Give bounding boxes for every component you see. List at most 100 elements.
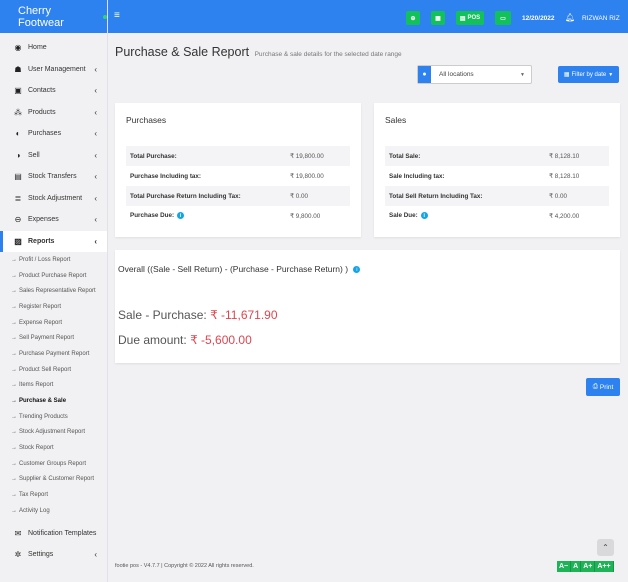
font-size-button-1[interactable]: A (571, 561, 582, 572)
location-value: All locations (439, 71, 474, 78)
info-icon[interactable]: i (177, 212, 185, 220)
font-size-button-2[interactable]: A+ (581, 561, 596, 572)
reports-submenu: → Profit / Loss Report → Product Purchase R… (0, 252, 107, 521)
row-value: ₹ 0.00 (290, 192, 309, 200)
report-link-stock-report[interactable]: → Stock Report (0, 440, 107, 456)
row-label-text: Sale Due: (389, 212, 418, 220)
chevron-left-icon: ‹ (94, 193, 97, 203)
add-button[interactable]: ⊕ (406, 11, 420, 25)
report-link-label: Purchase & Sale (19, 398, 67, 405)
row-label: Total Purchase Return Including Tax: (126, 193, 290, 200)
report-link-product-sell-report[interactable]: → Product Sell Report (0, 362, 107, 378)
sidebar-item-products[interactable]: ⁂ Products ‹ (0, 102, 107, 124)
report-link-supplier-customer-report[interactable]: → Supplier & Customer Report (0, 472, 107, 488)
filter-by-date-label: Filter by date (571, 71, 607, 78)
row-value: ₹ 4,200.00 (549, 212, 580, 220)
sale-minus-purchase: Sale - Purchase: ₹ -11,671.90 (118, 308, 278, 322)
overall-title-text: Overall ((Sale - Sell Return) - (Purchas… (118, 264, 349, 274)
report-link-product-purchase-report[interactable]: → Product Purchase Report (0, 268, 107, 284)
sidebar-item-reports[interactable]: ▨ Reports ‹ (0, 230, 107, 252)
sidebar-item-stock-adjustment[interactable]: ≣ Stock Adjustment ‹ (0, 188, 107, 210)
purchases-table: Total Purchase: ₹ 19,800.00 Purchase Inclu… (126, 146, 350, 226)
chevron-left-icon: ‹ (94, 107, 97, 117)
print-button[interactable]: ⎙ Print (586, 378, 620, 396)
user-menu[interactable]: RIZWAN RIZ (582, 15, 620, 22)
sidebar-item-settings[interactable]: ✲ Settings ‹ (0, 544, 107, 566)
report-link-sales-representative-report[interactable]: → Sales Representative Report (0, 283, 107, 299)
table-row: Total Purchase: ₹ 19,800.00 (126, 146, 350, 166)
row-label: Purchase Including tax: (126, 173, 290, 180)
table-row: Purchase Due: i ₹ 9,800.00 (126, 206, 350, 226)
page-heading: Purchase & Sale Report (115, 45, 250, 59)
calculator-button[interactable]: ▦ (431, 11, 445, 25)
cog-icon: ✲ (14, 550, 22, 560)
sidebar-item-user-management[interactable]: ☗ User Management ‹ (0, 59, 107, 81)
sidebar-item-home[interactable]: ◉ Home (0, 37, 107, 59)
bell-icon[interactable]: 🔔︎ (565, 13, 575, 22)
main-content: Purchase & Sale Report Purchase & sale d… (108, 33, 628, 582)
cubes-icon: ⁂ (14, 107, 22, 117)
row-value: ₹ 0.00 (549, 192, 568, 200)
report-link-purchase-sale[interactable]: → Purchase & Sale (0, 393, 107, 409)
row-label: Total Sell Return Including Tax: (385, 193, 549, 200)
report-link-expense-report[interactable]: → Expense Report (0, 315, 107, 331)
report-link-register-report[interactable]: → Register Report (0, 299, 107, 315)
report-link-customer-groups-report[interactable]: → Customer Groups Report (0, 456, 107, 472)
font-size-button-3[interactable]: A++ (595, 561, 614, 572)
arrow-right-icon: → (11, 492, 17, 499)
report-link-label: Sales Representative Report (19, 288, 96, 295)
arrow-right-icon: → (11, 476, 17, 483)
row-label-text: Total Sale: (389, 152, 421, 160)
row-label: Sale Due: i (385, 212, 549, 220)
sidebar-item-purchases[interactable]: ◐ Purchases ‹ (0, 123, 107, 145)
sidebar-item-expenses[interactable]: ⊖ Expenses ‹ (0, 209, 107, 231)
info-icon[interactable]: i (353, 266, 361, 274)
report-link-trending-products[interactable]: → Trending Products (0, 409, 107, 425)
row-label: Purchase Due: i (126, 212, 290, 220)
caret-down-icon: ▼ (608, 71, 614, 78)
sales-panel: Sales Total Sale: ₹ 8,128.10 Sale Includin… (374, 103, 620, 237)
font-size-button-0[interactable]: A− (557, 561, 572, 572)
brand-name: Cherry Footwear (18, 4, 64, 29)
info-icon[interactable]: i (420, 212, 428, 220)
page-subtitle: Purchase & sale details for the selected… (254, 51, 402, 58)
footer-text: footie pos - V4.7.7 | Copyright © 2022 A… (115, 563, 254, 569)
report-link-profit-loss-report[interactable]: → Profit / Loss Report (0, 252, 107, 268)
row-value: ₹ 8,128.10 (549, 172, 580, 180)
arrow-circle-down-icon: ◐ (15, 129, 21, 139)
database-icon: ≣ (14, 193, 22, 203)
chevron-left-icon: ‹ (94, 150, 97, 160)
location-select[interactable]: ● All locations ▼ (417, 65, 532, 84)
hamburger-icon[interactable]: ≡ (114, 10, 120, 21)
report-link-label: Stock Report (19, 445, 54, 452)
brand[interactable]: Cherry Footwear (0, 0, 107, 33)
report-link-label: Tax Report (19, 492, 49, 499)
minus-circle-icon: ⊖ (14, 215, 22, 225)
report-link-activity-log[interactable]: → Activity Log (0, 503, 107, 519)
report-link-items-report[interactable]: → Items Report (0, 378, 107, 394)
sales-table: Total Sale: ₹ 8,128.10 Sale Including tax:… (385, 146, 609, 226)
row-value: ₹ 8,128.10 (549, 152, 580, 160)
report-link-tax-report[interactable]: → Tax Report (0, 487, 107, 503)
filter-by-date-button[interactable]: ▦ Filter by date ▼ (558, 66, 619, 83)
report-link-sell-payment-report[interactable]: → Sell Payment Report (0, 330, 107, 346)
report-link-purchase-payment-report[interactable]: → Purchase Payment Report (0, 346, 107, 362)
scroll-top-button[interactable]: ⌃ (597, 539, 614, 556)
chevron-left-icon: ‹ (94, 550, 97, 560)
purchases-panel: Purchases Total Purchase: ₹ 19,800.00 Purc… (115, 103, 361, 237)
sale-minus-purchase-value: ₹ -11,671.90 (210, 308, 278, 322)
report-link-label: Profit / Loss Report (19, 256, 71, 263)
sidebar-item-stock-transfers[interactable]: ▤ Stock Transfers ‹ (0, 166, 107, 188)
report-link-stock-adjustment-report[interactable]: → Stock Adjustment Report (0, 425, 107, 441)
report-link-label: Supplier & Customer Report (19, 476, 95, 483)
chevron-up-icon: ⌃ (602, 543, 609, 552)
money-icon: ▭ (500, 15, 506, 22)
row-label: Sale Including tax: (385, 173, 549, 180)
sidebar-item-notification-templates[interactable]: ✉ Notification Templates (0, 523, 107, 545)
pos-button[interactable]: ▤ POS (456, 11, 484, 25)
cash-register-button[interactable]: ▭ (495, 11, 511, 25)
sidebar-item-contacts[interactable]: ▣ Contacts ‹ (0, 80, 107, 102)
report-link-label: Items Report (19, 382, 54, 389)
sidebar-item-sell[interactable]: ◑ Sell ‹ (0, 145, 107, 167)
chevron-left-icon: ‹ (94, 64, 97, 74)
